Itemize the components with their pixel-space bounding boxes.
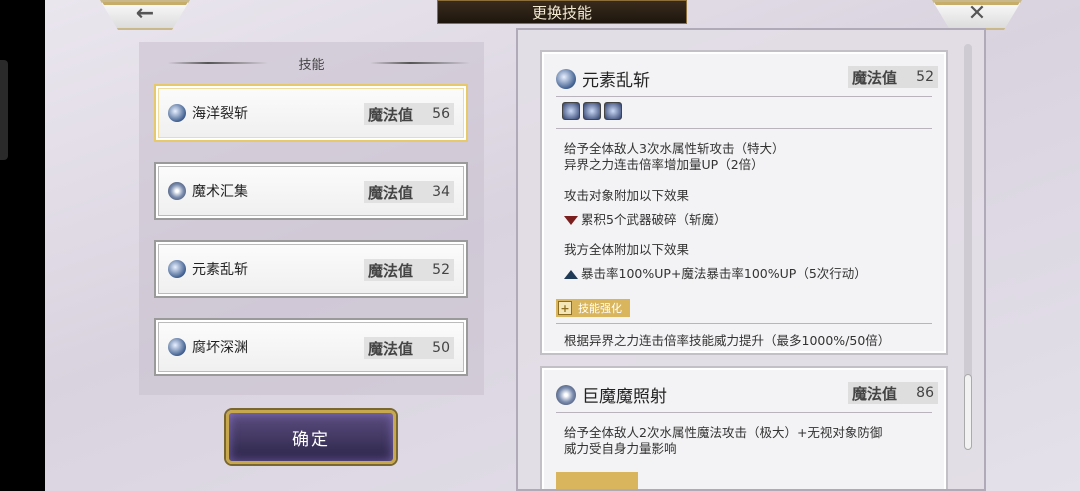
water-slash-icon bbox=[556, 68, 576, 89]
enhance-label: 技能强化 bbox=[578, 302, 622, 315]
skill-item-3[interactable]: 元素乱斩 魔法值 52 bbox=[154, 240, 468, 298]
edge-handle bbox=[0, 60, 8, 160]
enhance-badge: + 技能强化 bbox=[556, 299, 630, 317]
detail-mp: 魔法值 86 bbox=[848, 382, 938, 404]
skill-name: 魔术汇集 bbox=[192, 184, 248, 200]
divider bbox=[556, 323, 932, 324]
effect-header: 我方全体附加以下效果 bbox=[564, 242, 690, 257]
ally-effect: 暴击率100%UP+魔法暴击率100%UP（5次行动） bbox=[564, 266, 867, 282]
desc-line: 异界之力连击倍率增加量UP（2倍） bbox=[564, 157, 764, 172]
mp-value: 52 bbox=[916, 69, 934, 85]
detail-mp: 魔法值 52 bbox=[848, 66, 938, 88]
water-slash-icon bbox=[168, 260, 186, 278]
desc-line: 给予全体敌人3次水属性斩攻击（特大） bbox=[564, 141, 785, 156]
close-icon: ✕ bbox=[967, 0, 987, 26]
mp-cost: 魔法值 52 bbox=[364, 259, 454, 281]
plus-icon: + bbox=[558, 301, 572, 315]
enhance-desc: 根据异界之力连击倍率技能威力提升（最多1000%/50倍） bbox=[564, 333, 891, 348]
mp-value: 52 bbox=[432, 262, 450, 278]
scroll-thumb[interactable] bbox=[964, 374, 972, 450]
enemy-effect: 累积5个武器破碎（斩魔） bbox=[564, 212, 726, 228]
mp-value: 56 bbox=[432, 106, 450, 122]
effect-header: 攻击对象附加以下效果 bbox=[564, 188, 690, 203]
ally-effect-text: 暴击率100%UP+魔法暴击率100%UP（5次行动） bbox=[581, 266, 867, 281]
magic-gather-icon bbox=[556, 384, 576, 405]
mp-value: 34 bbox=[432, 184, 450, 200]
magic-gather-icon bbox=[168, 182, 186, 200]
enemy-effect-text: 累积5个武器破碎（斩魔） bbox=[581, 212, 727, 227]
detail-skill-name: 元素乱斩 bbox=[582, 71, 650, 91]
mp-label: 魔法值 bbox=[368, 261, 414, 280]
mp-cost: 魔法值 34 bbox=[364, 181, 454, 203]
water-slash-icon bbox=[168, 104, 186, 122]
water-slash-icon bbox=[168, 338, 186, 356]
skill-name: 元素乱斩 bbox=[192, 262, 248, 278]
detail-title: 巨魔魔照射 bbox=[556, 382, 667, 407]
tag-row bbox=[562, 102, 625, 120]
skill-name: 腐坏深渊 bbox=[192, 340, 248, 356]
desc-line: 威力受自身力量影响 bbox=[564, 441, 677, 456]
mp-label: 魔法值 bbox=[368, 105, 414, 124]
detail-title: 元素乱斩 bbox=[556, 66, 650, 91]
divider bbox=[556, 96, 932, 97]
skill-detail-panel[interactable]: 元素乱斩 魔法值 52 给予全体敌人3次水属性斩攻击（特大） 异界之力连击倍率增… bbox=[516, 28, 986, 491]
buff-arrow-icon bbox=[564, 270, 578, 279]
mp-cost: 魔法值 50 bbox=[364, 337, 454, 359]
mp-cost: 魔法值 56 bbox=[364, 103, 454, 125]
mp-label: 魔法值 bbox=[368, 183, 414, 202]
back-arrow-icon: ← bbox=[135, 0, 155, 26]
divider bbox=[556, 412, 932, 413]
mp-value: 50 bbox=[432, 340, 450, 356]
mp-label: 魔法值 bbox=[852, 384, 898, 403]
page-title: 更换技能 bbox=[437, 0, 687, 24]
debuff-arrow-icon bbox=[564, 216, 578, 225]
skill-detail-card: 巨魔魔照射 魔法值 86 给予全体敌人2次水属性魔法攻击（极大）+无视对象防御 … bbox=[540, 366, 948, 489]
desc-line: 给予全体敌人2次水属性魔法攻击（极大）+无视对象防御 bbox=[564, 425, 883, 440]
star-tag-icon bbox=[583, 102, 601, 120]
enhance-badge bbox=[556, 472, 638, 489]
claw-tag-icon bbox=[562, 102, 580, 120]
mp-value: 86 bbox=[916, 385, 934, 401]
detail-skill-name: 巨魔魔照射 bbox=[582, 387, 667, 407]
skills-heading: 技能 bbox=[298, 57, 325, 73]
skill-detail-card: 元素乱斩 魔法值 52 给予全体敌人3次水属性斩攻击（特大） 异界之力连击倍率增… bbox=[540, 50, 948, 355]
skill-name: 海洋裂斩 bbox=[192, 106, 248, 122]
mp-label: 魔法值 bbox=[852, 68, 898, 87]
swirl-tag-icon bbox=[604, 102, 622, 120]
confirm-button[interactable]: 确定 bbox=[226, 410, 396, 464]
skill-item-2[interactable]: 魔术汇集 魔法值 34 bbox=[154, 162, 468, 220]
divider bbox=[556, 128, 932, 129]
skill-item-4[interactable]: 腐坏深渊 魔法值 50 bbox=[154, 318, 468, 376]
detail-scrollbar[interactable] bbox=[964, 44, 972, 450]
skill-item-1[interactable]: 海洋裂斩 魔法值 56 bbox=[154, 84, 468, 142]
mp-label: 魔法值 bbox=[368, 339, 414, 358]
